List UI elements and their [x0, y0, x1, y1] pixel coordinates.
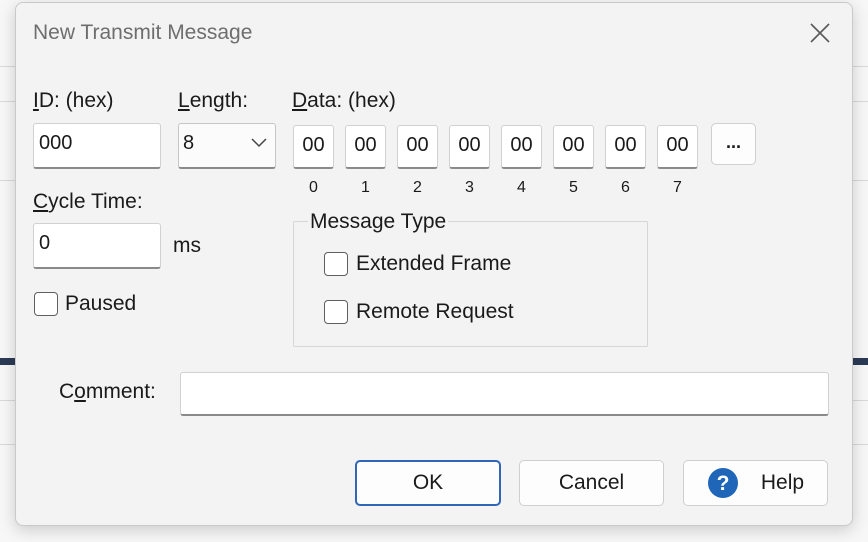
more-data-button[interactable]: ...	[711, 123, 756, 165]
close-button[interactable]	[802, 15, 838, 51]
byte-index-label: 0	[309, 179, 318, 196]
byte-index-label: 1	[361, 179, 370, 196]
byte-index-label: 4	[517, 179, 526, 196]
message-type-title: Message Type	[308, 210, 449, 234]
remote-request-checkbox[interactable]	[324, 300, 348, 324]
length-select[interactable]: 8	[178, 123, 276, 169]
length-label: Length:	[178, 89, 249, 112]
ok-button[interactable]: OK	[355, 460, 501, 506]
data-byte-5[interactable]: 00	[553, 125, 594, 169]
data-byte-7[interactable]: 00	[657, 125, 698, 169]
byte-index-label: 3	[465, 179, 474, 196]
data-byte-1[interactable]: 00	[345, 125, 386, 169]
comment-input[interactable]	[180, 372, 829, 416]
byte-index-label: 6	[621, 179, 630, 196]
remote-request-label: Remote Request	[356, 300, 514, 323]
help-button-label: Help	[760, 471, 805, 494]
data-byte-6[interactable]: 00	[605, 125, 646, 169]
cycle-time-input[interactable]: 0	[33, 223, 161, 269]
id-input[interactable]: 000	[33, 123, 161, 169]
help-icon: ?	[707, 468, 738, 498]
chevron-down-icon	[251, 138, 267, 148]
cycle-time-label: Cycle Time:	[33, 190, 143, 213]
cycle-time-unit: ms	[173, 234, 201, 257]
length-value: 8	[183, 132, 195, 154]
data-label: Data: (hex)	[292, 89, 396, 112]
extended-frame-checkbox[interactable]	[324, 252, 348, 276]
id-label: ID: (hex)	[33, 89, 114, 112]
byte-index-label: 2	[413, 179, 422, 196]
byte-index-label: 5	[569, 179, 578, 196]
data-byte-2[interactable]: 00	[397, 125, 438, 169]
cancel-button[interactable]: Cancel	[519, 460, 664, 506]
data-byte-0[interactable]: 00	[293, 125, 334, 169]
message-type-group	[293, 221, 648, 347]
close-icon	[810, 23, 830, 43]
new-transmit-message-dialog: New Transmit Message ID: (hex) 000 Lengt…	[15, 2, 853, 526]
byte-index-label: 7	[673, 179, 682, 196]
dialog-title: New Transmit Message	[33, 21, 253, 44]
extended-frame-label: Extended Frame	[356, 252, 512, 275]
comment-label: Comment:	[59, 380, 156, 403]
help-button[interactable]: ? Help	[683, 460, 828, 506]
svg-text:?: ?	[716, 472, 729, 495]
data-byte-3[interactable]: 00	[449, 125, 490, 169]
paused-label: Paused	[65, 292, 137, 315]
data-byte-4[interactable]: 00	[501, 125, 542, 169]
paused-checkbox[interactable]	[34, 292, 58, 316]
